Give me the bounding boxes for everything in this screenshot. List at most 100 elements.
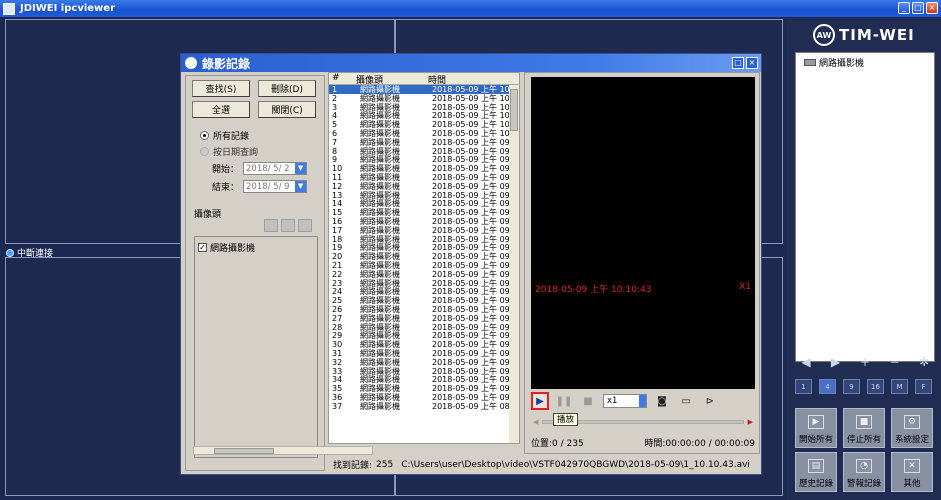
table-row[interactable]: 25 網路攝影機 2018-05-09 上午 09:2	[329, 296, 509, 305]
maximize-button[interactable]: □	[912, 2, 924, 14]
row-num: 37	[332, 401, 343, 411]
mini-button-2[interactable]	[281, 219, 295, 232]
layout-1-button[interactable]: 1	[795, 379, 812, 394]
table-row[interactable]: 19 網路攝影機 2018-05-09 上午 09:3	[329, 243, 509, 252]
table-row[interactable]: 28 網路攝影機 2018-05-09 上午 09:1	[329, 323, 509, 332]
table-row[interactable]: 14 網路攝影機 2018-05-09 上午 09:4	[329, 199, 509, 208]
table-row[interactable]: 11 網路攝影機 2018-05-09 上午 09:5	[329, 173, 509, 182]
close-button[interactable]: ×	[926, 2, 938, 14]
table-row[interactable]: 9 網路攝影機 2018-05-09 上午 09:5	[329, 155, 509, 164]
table-row[interactable]: 23 網路攝影機 2018-05-09 上午 09:2	[329, 279, 509, 288]
table-row[interactable]: 12 網路攝影機 2018-05-09 上午 09:5	[329, 182, 509, 191]
system-settings-button[interactable]: ⚙ 系統設定	[891, 408, 933, 448]
monitor-icon[interactable]: ▭	[677, 393, 695, 409]
table-row[interactable]: 26 網路攝影機 2018-05-09 上午 09:2	[329, 305, 509, 314]
table-row[interactable]: 30 網路攝影機 2018-05-09 上午 09:1	[329, 340, 509, 349]
snapshot-icon[interactable]: ◙	[653, 393, 671, 409]
tree-toolbar: ◀ ▶ + − ✲	[795, 353, 935, 371]
start-all-button[interactable]: ▶ 開始所有	[795, 408, 837, 448]
mini-button-1[interactable]	[264, 219, 278, 232]
layout-m-button[interactable]: M	[891, 379, 908, 394]
close-dialog-button[interactable]: 關閉(C)	[258, 101, 316, 118]
table-row[interactable]: 29 網路攝影機 2018-05-09 上午 09:1	[329, 331, 509, 340]
column-header-time[interactable]: 時間	[425, 73, 505, 86]
table-row[interactable]: 18 網路攝影機 2018-05-09 上午 09:3	[329, 235, 509, 244]
vertical-scroll-thumb[interactable]	[510, 89, 518, 131]
radio-all-records[interactable]: 所有記錄	[200, 129, 249, 142]
table-row[interactable]: 2 網路攝影機 2018-05-09 上午 10:1	[329, 94, 509, 103]
table-row[interactable]: 36 網路攝影機 2018-05-09 上午 09:0	[329, 393, 509, 402]
dialog-restore-button[interactable]: □	[732, 57, 744, 69]
camera-checkbox-row[interactable]: ✓ 網路攝影機	[198, 241, 255, 254]
layout-9-button[interactable]: 9	[843, 379, 860, 394]
table-row[interactable]: 5 網路攝影機 2018-05-09 上午 10:0	[329, 120, 509, 129]
export-icon[interactable]: ⊳	[701, 393, 719, 409]
pause-button[interactable]: ❚❚	[555, 392, 573, 410]
table-row[interactable]: 32 網路攝影機 2018-05-09 上午 09:0	[329, 358, 509, 367]
table-row[interactable]: 24 網路攝影機 2018-05-09 上午 09:2	[329, 287, 509, 296]
play-button[interactable]: ▶	[531, 392, 549, 410]
stop-button[interactable]: ■	[579, 392, 597, 410]
table-row[interactable]: 34 網路攝影機 2018-05-09 上午 09:0	[329, 375, 509, 384]
column-header-num[interactable]: #	[329, 73, 353, 84]
table-row[interactable]: 4 網路攝影機 2018-05-09 上午 10:0	[329, 111, 509, 120]
vertical-scrollbar[interactable]	[509, 85, 519, 443]
layout-4-button[interactable]: 4	[819, 379, 836, 394]
tree-item-camera[interactable]: 網路攝影機	[804, 56, 864, 69]
table-row[interactable]: 31 網路攝影機 2018-05-09 上午 09:1	[329, 349, 509, 358]
horizontal-scroll-thumb[interactable]	[214, 448, 274, 454]
found-records-count: 255	[376, 459, 394, 470]
remove-icon[interactable]: −	[884, 355, 906, 369]
speed-select[interactable]: x1	[603, 394, 647, 408]
horizontal-scrollbar[interactable]	[193, 446, 373, 455]
seek-left-icon[interactable]: ◀	[533, 418, 538, 426]
table-row[interactable]: 13 網路攝影機 2018-05-09 上午 09:4	[329, 191, 509, 200]
table-row[interactable]: 35 網路攝影機 2018-05-09 上午 09:0	[329, 384, 509, 393]
table-row[interactable]: 27 網路攝影機 2018-05-09 上午 09:1	[329, 314, 509, 323]
device-tree[interactable]: 網路攝影機	[795, 52, 935, 362]
table-row[interactable]: 21 網路攝影機 2018-05-09 上午 09:3	[329, 261, 509, 270]
table-row[interactable]: 10 網路攝影機 2018-05-09 上午 09:5	[329, 164, 509, 173]
layout-f-button[interactable]: F	[915, 379, 932, 394]
radio-date-indicator[interactable]	[200, 147, 209, 156]
table-row[interactable]: 37 網路攝影機 2018-05-09 上午 08:5	[329, 402, 509, 411]
prev-icon[interactable]: ◀	[795, 355, 817, 369]
end-date-picker[interactable]: 2018/ 5/ 9 ▼	[243, 180, 308, 193]
radio-all-indicator[interactable]	[200, 131, 209, 140]
table-row[interactable]: 1 網路攝影機 2018-05-09 上午 10:1	[329, 85, 509, 94]
table-row[interactable]: 22 網路攝影機 2018-05-09 上午 09:2	[329, 270, 509, 279]
layout-16-button[interactable]: 16	[867, 379, 884, 394]
gear-icon[interactable]: ✲	[913, 355, 935, 369]
stop-all-button[interactable]: ■ 停止所有	[843, 408, 885, 448]
search-button[interactable]: 查找(S)	[192, 80, 250, 97]
table-row[interactable]: 7 網路攝影機 2018-05-09 上午 09:5	[329, 138, 509, 147]
table-row[interactable]: 16 網路攝影機 2018-05-09 上午 09:4	[329, 217, 509, 226]
table-row[interactable]: 33 網路攝影機 2018-05-09 上午 09:0	[329, 367, 509, 376]
select-all-button[interactable]: 全選	[192, 101, 250, 118]
delete-button[interactable]: 刪除(D)	[258, 80, 316, 97]
chevron-down-icon[interactable]: ▼	[295, 181, 307, 192]
other-button[interactable]: ✕ 其他	[891, 452, 933, 492]
next-icon[interactable]: ▶	[825, 355, 847, 369]
playback-video[interactable]: 2018-05-09 上午 10:10:43 X1	[531, 77, 755, 389]
alarm-record-button[interactable]: ◔ 警報記錄	[843, 452, 885, 492]
spin-icon[interactable]	[639, 395, 646, 407]
start-date-picker[interactable]: 2018/ 5/ 2 ▼	[243, 162, 308, 175]
seek-right-icon[interactable]: ▶	[748, 418, 753, 426]
minimize-button[interactable]: _	[898, 2, 910, 14]
row-camera: 網路攝影機	[360, 146, 400, 156]
mini-button-3[interactable]	[298, 219, 312, 232]
camera-checkbox[interactable]: ✓	[198, 243, 207, 252]
table-row[interactable]: 3 網路攝影機 2018-05-09 上午 10:0	[329, 103, 509, 112]
table-row[interactable]: 20 網路攝影機 2018-05-09 上午 09:3	[329, 252, 509, 261]
table-row[interactable]: 17 網路攝影機 2018-05-09 上午 09:3	[329, 226, 509, 235]
history-button[interactable]: ▤ 歷史記錄	[795, 452, 837, 492]
chevron-down-icon[interactable]: ▼	[295, 163, 307, 174]
table-row[interactable]: 6 網路攝影機 2018-05-09 上午 10:0	[329, 129, 509, 138]
dialog-close-button[interactable]: ×	[746, 57, 758, 69]
table-row[interactable]: 8 網路攝影機 2018-05-09 上午 09:5	[329, 147, 509, 156]
add-icon[interactable]: +	[854, 355, 876, 369]
radio-by-date[interactable]: 按日期查詢	[200, 145, 258, 158]
column-header-camera[interactable]: 攝像頭	[353, 73, 425, 86]
table-row[interactable]: 15 網路攝影機 2018-05-09 上午 09:4	[329, 208, 509, 217]
